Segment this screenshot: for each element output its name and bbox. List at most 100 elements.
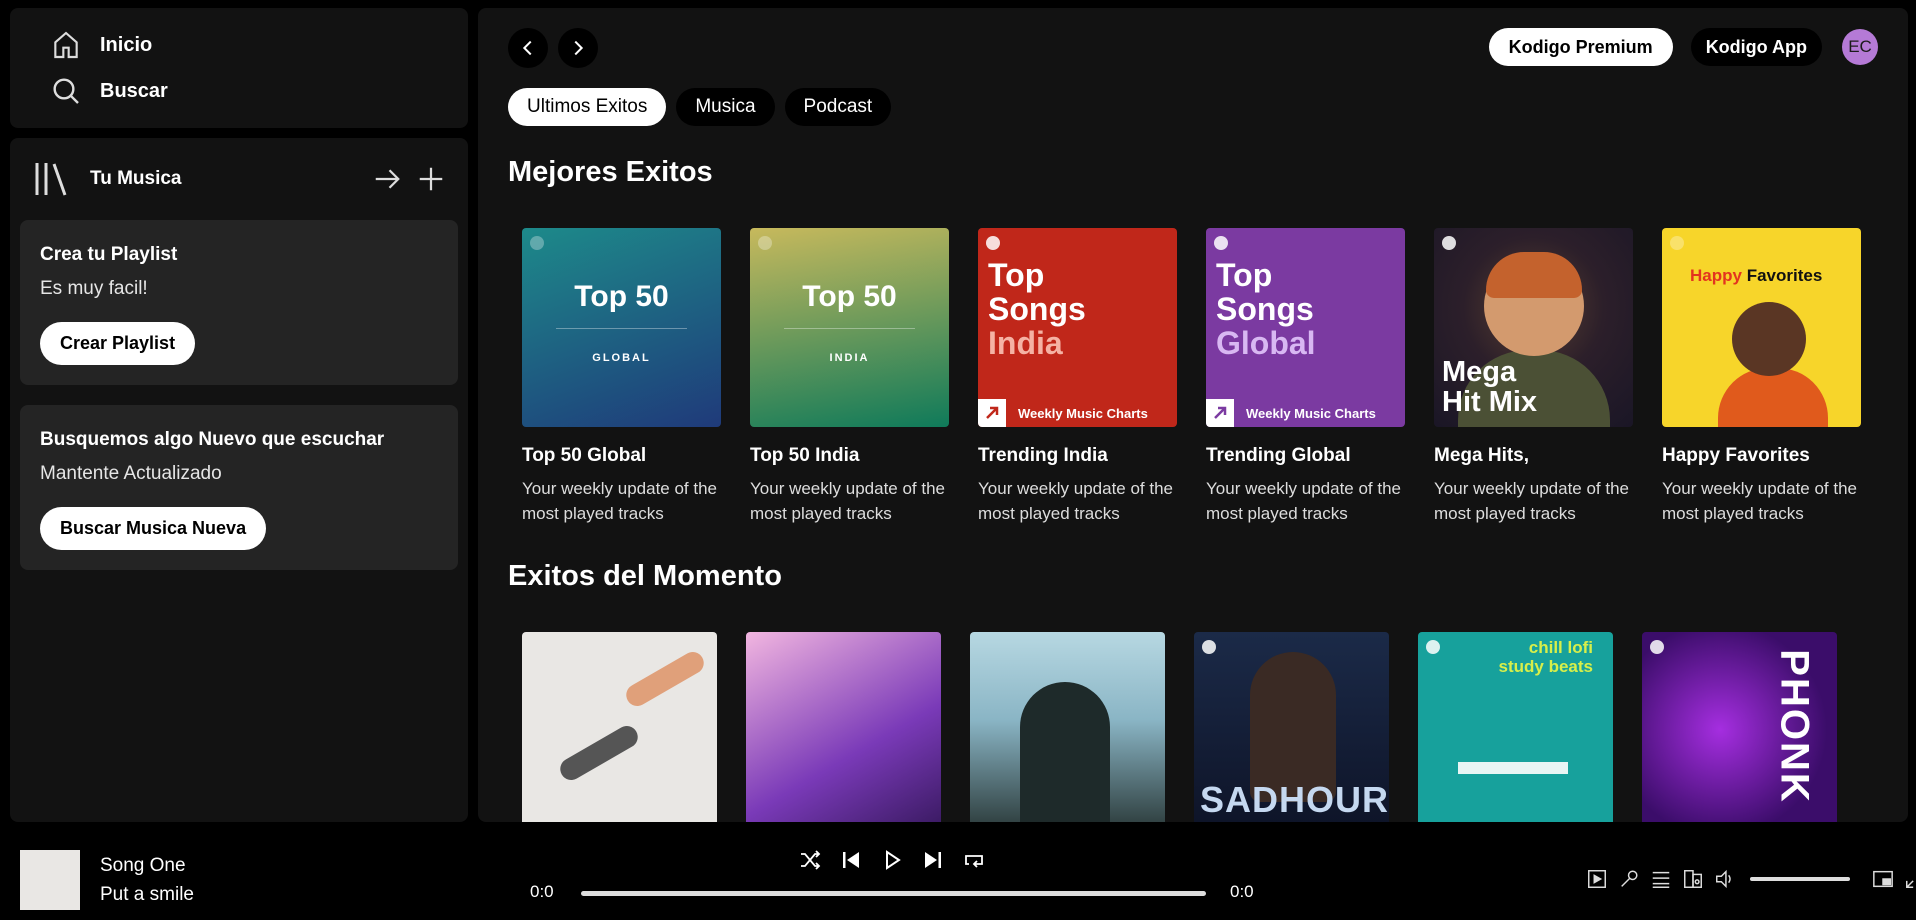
card-description: Your weekly update of the most played tr… — [1662, 479, 1858, 523]
spotify-icon — [1426, 640, 1440, 654]
playlist-cover: Mega Hit Mix — [1434, 228, 1633, 427]
album-cover[interactable]: chill lofi study beats — [1418, 632, 1613, 822]
card-description: Your weekly update of the most played tr… — [1434, 479, 1630, 523]
album-cover[interactable] — [746, 632, 941, 822]
album-cover[interactable]: PHONK — [1642, 632, 1837, 822]
back-button[interactable] — [508, 28, 548, 68]
cover-line-3: Global — [1216, 325, 1316, 361]
connect-device-icon[interactable] — [1682, 868, 1704, 890]
find-music-button[interactable]: Buscar Musica Nueva — [40, 507, 267, 550]
forward-button[interactable] — [558, 28, 598, 68]
search-icon — [53, 78, 79, 104]
card-title: Top 50 Global — [522, 445, 647, 466]
best-hits-row: Top 50 GLOBAL Top 50 Global Your weekly … — [522, 228, 1861, 526]
next-icon[interactable] — [921, 848, 945, 872]
playlist-card[interactable]: Mega Hit Mix Mega Hits, Your weekly upda… — [1434, 228, 1633, 526]
volume-icon[interactable] — [1714, 868, 1736, 890]
spotify-icon — [986, 236, 1000, 250]
album-cover[interactable]: SADHOUR — [1194, 632, 1389, 822]
playlist-cover: Top Songs Global Weekly Music Charts — [1206, 228, 1405, 427]
fullscreen-icon[interactable] — [1904, 868, 1916, 890]
cover-badge: Weekly Music Charts — [1246, 405, 1376, 421]
now-playing-title[interactable]: Song One — [100, 855, 186, 877]
nav-search[interactable]: Buscar — [50, 68, 468, 114]
main-panel: Kodigo Premium Kodigo App EC Ultimos Exi… — [478, 8, 1908, 822]
cover-line-1: Mega — [1442, 356, 1517, 388]
card-description: Your weekly update of the most played tr… — [522, 479, 718, 523]
library-panel: Tu Musica Crea tu Playlist Es muy facil!… — [10, 138, 468, 822]
playlist-cover: Top 50 INDIA — [750, 228, 949, 427]
queue-icon[interactable] — [1650, 868, 1672, 890]
time-current: 0:0 — [530, 882, 554, 901]
card-title: Top 50 India — [750, 445, 860, 466]
cover-title: PHONK — [1772, 649, 1817, 804]
nav-search-label: Buscar — [100, 79, 168, 102]
arrow-right-icon[interactable] — [372, 164, 402, 194]
nav-home-label: Inicio — [100, 33, 153, 56]
create-playlist-text: Es muy facil! — [40, 278, 148, 299]
chip-ultimos-exitos[interactable]: Ultimos Exitos — [508, 88, 667, 126]
cover-line-1: chill lofi — [1528, 638, 1593, 657]
library-header: Tu Musica — [10, 138, 468, 220]
create-playlist-card: Crea tu Playlist Es muy facil! Crear Pla… — [20, 220, 458, 385]
album-cover[interactable] — [522, 632, 717, 822]
cover-title: Top 50 — [802, 280, 897, 313]
filter-chips: Ultimos Exitos Musica Podcast — [508, 88, 892, 126]
playlist-card[interactable]: Top Songs India Weekly Music Charts Tren… — [978, 228, 1177, 526]
cover-line-2: study beats — [1498, 657, 1593, 676]
avatar[interactable]: EC — [1842, 29, 1878, 65]
create-playlist-button[interactable]: Crear Playlist — [40, 322, 196, 365]
cover-line-1: Happy — [1690, 266, 1742, 285]
repeat-icon[interactable] — [962, 848, 986, 872]
moment-hits-row: SADHOUR chill lofi study beats PHONK — [522, 632, 1837, 822]
premium-button[interactable]: Kodigo Premium — [1488, 28, 1673, 66]
microphone-icon[interactable] — [1618, 868, 1640, 890]
nav-panel: Inicio Buscar — [10, 8, 468, 128]
volume-slider[interactable] — [1750, 877, 1850, 881]
playlist-card[interactable]: Top Songs Global Weekly Music Charts Tre… — [1206, 228, 1405, 526]
progress-bar[interactable] — [581, 891, 1206, 896]
app-button[interactable]: Kodigo App — [1690, 28, 1822, 66]
trend-arrow-icon — [978, 399, 1006, 427]
chip-musica[interactable]: Musica — [676, 88, 775, 126]
card-description: Your weekly update of the most played tr… — [1206, 479, 1402, 523]
cover-title: Top 50 — [574, 280, 669, 313]
spotify-icon — [1202, 640, 1216, 654]
extra-controls — [1586, 868, 1916, 890]
cover-line-2: Favorites — [1746, 266, 1823, 285]
spotify-icon — [1670, 236, 1684, 250]
cover-title: SADHOUR — [1200, 779, 1389, 820]
find-music-text: Mantente Actualizado — [40, 463, 222, 484]
cover-line-2: Hit Mix — [1442, 386, 1538, 418]
plus-icon[interactable] — [416, 164, 446, 194]
card-description: Your weekly update of the most played tr… — [978, 479, 1174, 523]
previous-icon[interactable] — [839, 848, 863, 872]
chip-podcast[interactable]: Podcast — [784, 88, 892, 126]
now-playing-artist[interactable]: Put a smile — [100, 884, 194, 906]
playlist-cover: Top 50 GLOBAL — [522, 228, 721, 427]
now-playing-view-icon[interactable] — [1586, 868, 1608, 890]
play-icon[interactable] — [880, 848, 904, 872]
cover-line-1: Top — [1216, 257, 1273, 293]
playlist-card[interactable]: Happy Favorites Happy Favorites Your wee… — [1662, 228, 1861, 526]
cover-badge: Weekly Music Charts — [1018, 405, 1148, 421]
cover-subtitle: GLOBAL — [592, 352, 651, 364]
playlist-cover: Happy Favorites — [1662, 228, 1861, 427]
nav-home[interactable]: Inicio — [50, 22, 468, 68]
create-playlist-title: Crea tu Playlist — [40, 244, 178, 265]
playlist-cover: Top Songs India Weekly Music Charts — [978, 228, 1177, 427]
cover-line-3: India — [988, 325, 1063, 361]
card-title: Trending Global — [1206, 445, 1351, 466]
playlist-card[interactable]: Top 50 INDIA Top 50 India Your weekly up… — [750, 228, 949, 526]
card-description: Your weekly update of the most played tr… — [750, 479, 946, 523]
time-total: 0:0 — [1230, 882, 1254, 901]
shuffle-icon[interactable] — [798, 848, 822, 872]
player-bar: Song One Put a smile 0:0 0:0 — [0, 830, 1916, 920]
library-icon[interactable] — [32, 159, 72, 199]
mini-player-icon[interactable] — [1872, 868, 1894, 890]
album-cover[interactable] — [970, 632, 1165, 822]
spotify-icon — [1650, 640, 1664, 654]
cover-line-1: Top — [988, 257, 1045, 293]
now-playing-cover[interactable] — [20, 850, 80, 910]
playlist-card[interactable]: Top 50 GLOBAL Top 50 Global Your weekly … — [522, 228, 721, 526]
